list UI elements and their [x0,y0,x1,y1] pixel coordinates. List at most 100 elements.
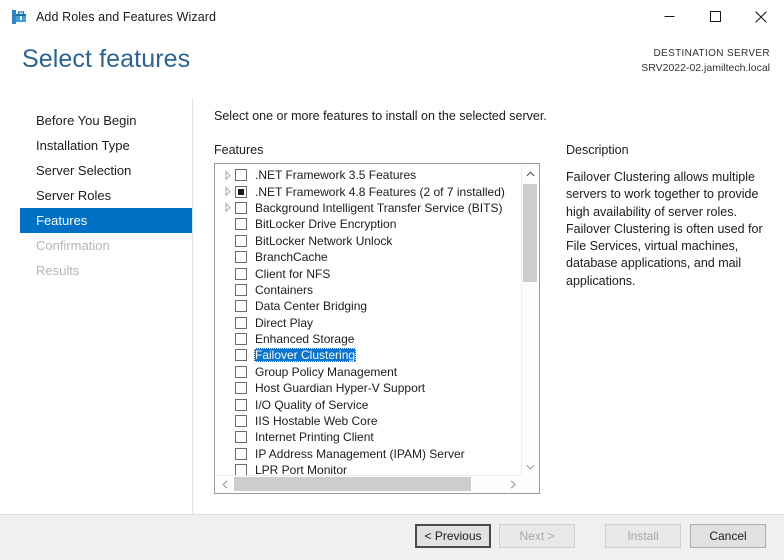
feature-checkbox[interactable] [235,267,247,280]
sidebar-item-before-you-begin[interactable]: Before You Begin [0,108,192,133]
features-list: .NET Framework 3.5 Features .NET Framewor… [215,164,520,475]
scroll-right-icon[interactable] [504,476,521,493]
destination-server-block: DESTINATION SERVER SRV2022-02.jamiltech.… [641,47,770,75]
feature-row[interactable]: Containers [215,282,520,298]
feature-row[interactable]: Failover Clustering [215,347,520,363]
sidebar-item-server-selection[interactable]: Server Selection [0,158,192,183]
cancel-button[interactable]: Cancel [690,524,766,548]
feature-checkbox[interactable] [235,464,247,475]
expand-chevron-icon[interactable] [220,203,235,213]
next-button: Next > [499,524,575,548]
feature-label: Direct Play [255,315,314,330]
feature-row[interactable]: Background Intelligent Transfer Service … [215,200,520,216]
feature-row[interactable]: Internet Printing Client [215,429,520,445]
feature-checkbox[interactable] [235,283,247,296]
feature-label: Group Policy Management [255,364,398,379]
feature-checkbox[interactable] [235,169,247,182]
feature-checkbox[interactable] [235,382,247,395]
feature-checkbox[interactable] [235,218,247,231]
description-text: Failover Clustering allows multiple serv… [566,170,763,288]
feature-row[interactable]: Host Guardian Hyper-V Support [215,380,520,396]
feature-row[interactable]: Client for NFS [215,265,520,281]
feature-row[interactable]: BitLocker Network Unlock [215,233,520,249]
features-horizontal-scrollbar[interactable] [216,475,521,492]
sidebar-item-results: Results [36,263,80,278]
expand-chevron-icon[interactable] [220,187,235,197]
wizard-footer: < Previous Next > Install Cancel [0,514,784,560]
feature-checkbox[interactable] [235,234,247,247]
page-title: Select features [22,45,191,73]
feature-label: Internet Printing Client [255,430,374,445]
feature-checkbox[interactable] [235,349,247,362]
sidebar-item-installation-type[interactable]: Installation Type [0,133,192,158]
feature-label: IP Address Management (IPAM) Server [255,446,465,461]
title-bar: Add Roles and Features Wizard [0,0,784,33]
feature-row[interactable]: Enhanced Storage [215,331,520,347]
window-title: Add Roles and Features Wizard [36,9,217,24]
feature-label: Data Center Bridging [255,299,368,314]
feature-row[interactable]: I/O Quality of Service [215,396,520,412]
page-header: Select features DESTINATION SERVER SRV20… [0,33,784,98]
feature-checkbox[interactable] [235,333,247,346]
feature-checkbox[interactable] [235,300,247,313]
feature-label: Host Guardian Hyper-V Support [255,381,426,396]
wizard-body: Before You Begin Installation Type Server … [0,98,784,514]
feature-row[interactable]: BitLocker Drive Encryption [215,216,520,232]
description-panel: Description Failover Clustering allows m… [566,143,780,290]
maximize-button[interactable] [692,0,738,33]
feature-label: LPR Port Monitor [255,463,348,475]
vertical-scroll-thumb[interactable] [523,184,537,282]
destination-server-name: SRV2022-02.jamiltech.local [641,62,770,74]
features-vertical-scrollbar[interactable] [521,165,538,475]
feature-row[interactable]: .NET Framework 3.5 Features [215,167,520,183]
wizard-content: Select one or more features to install o… [193,98,784,514]
horizontal-scroll-thumb[interactable] [234,477,471,491]
feature-checkbox[interactable] [235,431,247,444]
feature-row[interactable]: LPR Port Monitor [215,462,520,475]
feature-checkbox[interactable] [235,415,247,428]
feature-row[interactable]: IIS Hostable Web Core [215,413,520,429]
feature-checkbox[interactable] [235,365,247,378]
feature-row[interactable]: Direct Play [215,315,520,331]
window-controls [646,0,784,33]
feature-label: Containers [255,282,314,297]
feature-row[interactable]: .NET Framework 4.8 Features (2 of 7 inst… [215,183,520,199]
add-roles-and-features-wizard-window: Add Roles and Features Wizard Select fea… [0,0,784,560]
feature-label: BitLocker Drive Encryption [255,217,397,232]
feature-label: IIS Hostable Web Core [255,414,378,429]
scroll-up-icon[interactable] [522,165,538,182]
instruction-text: Select one or more features to install o… [214,109,547,123]
install-button: Install [605,524,681,548]
features-listbox[interactable]: .NET Framework 3.5 Features .NET Framewor… [214,163,540,494]
scroll-left-icon[interactable] [216,476,233,493]
feature-label: Background Intelligent Transfer Service … [255,200,503,215]
feature-row[interactable]: IP Address Management (IPAM) Server [215,446,520,462]
feature-checkbox[interactable] [235,398,247,411]
destination-server-label: DESTINATION SERVER [653,48,770,59]
previous-button[interactable]: < Previous [415,524,491,548]
wizard-toolbox-icon [11,9,27,25]
feature-label: Enhanced Storage [255,332,355,347]
feature-checkbox[interactable] [235,447,247,460]
feature-checkbox[interactable] [235,316,247,329]
close-button[interactable] [738,0,784,33]
feature-checkbox[interactable] [235,185,247,198]
feature-checkbox[interactable] [235,251,247,264]
feature-label: .NET Framework 3.5 Features [255,168,417,183]
feature-checkbox[interactable] [235,201,247,214]
scroll-down-icon[interactable] [522,458,538,475]
feature-row[interactable]: Data Center Bridging [215,298,520,314]
features-column: Features .NET Framework 3.5 Features .NET… [214,143,542,494]
sidebar-item-features[interactable]: Features [20,208,192,233]
feature-label: .NET Framework 4.8 Features (2 of 7 inst… [255,184,505,199]
minimize-button[interactable] [646,0,692,33]
feature-label: Client for NFS [255,266,331,281]
scrollbar-corner [521,475,538,492]
sidebar-item-server-roles[interactable]: Server Roles [0,183,192,208]
feature-label: BitLocker Network Unlock [255,233,393,248]
feature-row[interactable]: Group Policy Management [215,364,520,380]
features-label: Features [214,143,264,157]
feature-row[interactable]: BranchCache [215,249,520,265]
expand-chevron-icon[interactable] [220,170,235,180]
description-title: Description [566,143,629,157]
